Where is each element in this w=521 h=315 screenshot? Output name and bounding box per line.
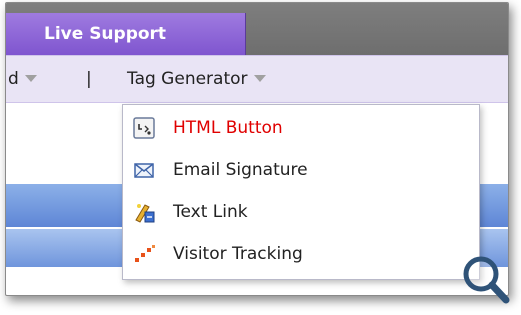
dropdown-item-visitor-tracking[interactable]: Visitor Tracking xyxy=(123,235,479,273)
dropdown-item-label: HTML Button xyxy=(173,118,283,138)
menu-bar: d | Tag Generator xyxy=(6,55,508,103)
dropdown-item-label: Visitor Tracking xyxy=(173,244,303,264)
chevron-down-icon xyxy=(253,74,266,82)
tag-generator-dropdown: HTML Button Email Signature Text Link Vi… xyxy=(122,104,480,280)
dropdown-item-label: Text Link xyxy=(173,202,248,222)
menu-item-previous-label: d xyxy=(8,69,19,89)
menu-item-tag-generator[interactable]: Tag Generator xyxy=(127,69,266,89)
dropdown-item-text-link[interactable]: Text Link xyxy=(123,193,479,231)
dropdown-item-label: Email Signature xyxy=(173,160,308,180)
text-link-icon xyxy=(135,204,155,223)
chevron-down-icon xyxy=(24,74,37,82)
dropdown-item-html-button[interactable]: HTML Button xyxy=(123,109,479,147)
visitor-tracking-icon xyxy=(135,245,155,262)
magnifier-zoom-icon[interactable] xyxy=(461,254,511,306)
menu-item-tag-generator-label: Tag Generator xyxy=(127,69,248,89)
menu-item-previous[interactable]: d xyxy=(8,69,37,89)
tab-live-support[interactable]: Live Support xyxy=(6,13,246,55)
envelope-icon xyxy=(134,163,154,178)
html-button-icon xyxy=(133,117,155,139)
top-tab-bar: Live Support xyxy=(6,3,508,55)
menu-separator: | xyxy=(86,69,92,89)
dropdown-item-email-signature[interactable]: Email Signature xyxy=(123,151,479,189)
